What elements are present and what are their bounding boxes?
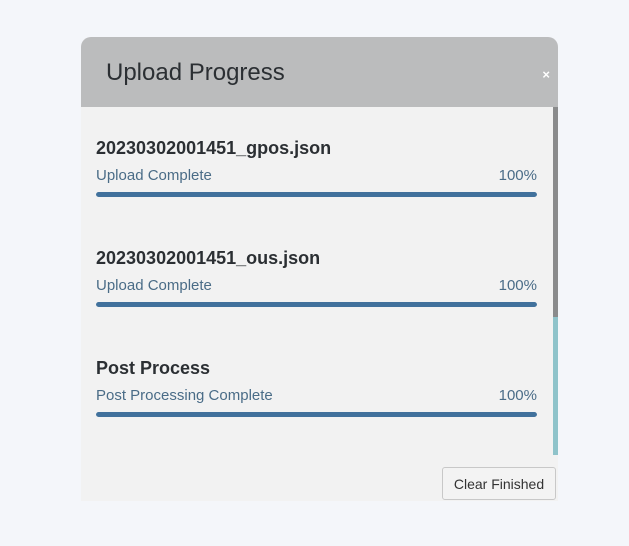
progress-bar-fill <box>96 302 537 307</box>
upload-list[interactable]: 20230302001451_gpos.json Upload Complete… <box>81 107 558 455</box>
upload-item-name: Post Process <box>96 358 211 378</box>
progress-bar-fill <box>96 412 537 417</box>
dialog-title: Upload Progress <box>106 59 285 86</box>
progress-bar <box>96 192 537 197</box>
progress-bar-fill <box>96 192 537 197</box>
upload-item-status: Upload Complete <box>96 167 212 184</box>
upload-item-name: 20230302001451_gpos.json <box>96 138 332 158</box>
upload-item-percent: 100% <box>498 277 537 294</box>
progress-bar <box>96 412 537 417</box>
close-icon[interactable]: × <box>542 68 550 82</box>
upload-item-percent: 100% <box>498 387 537 404</box>
upload-item-percent: 100% <box>498 167 537 184</box>
clear-finished-button[interactable]: Clear Finished <box>442 467 556 500</box>
scrollbar-thumb[interactable] <box>553 107 558 317</box>
upload-progress-dialog: Upload Progress × 20230302001451_gpos.js… <box>81 37 558 501</box>
upload-item-status: Post Processing Complete <box>96 387 273 404</box>
upload-item-name: 20230302001451_ous.json <box>96 248 321 268</box>
progress-bar <box>96 302 537 307</box>
dialog-header: Upload Progress × <box>81 37 558 107</box>
upload-item-status: Upload Complete <box>96 277 212 294</box>
